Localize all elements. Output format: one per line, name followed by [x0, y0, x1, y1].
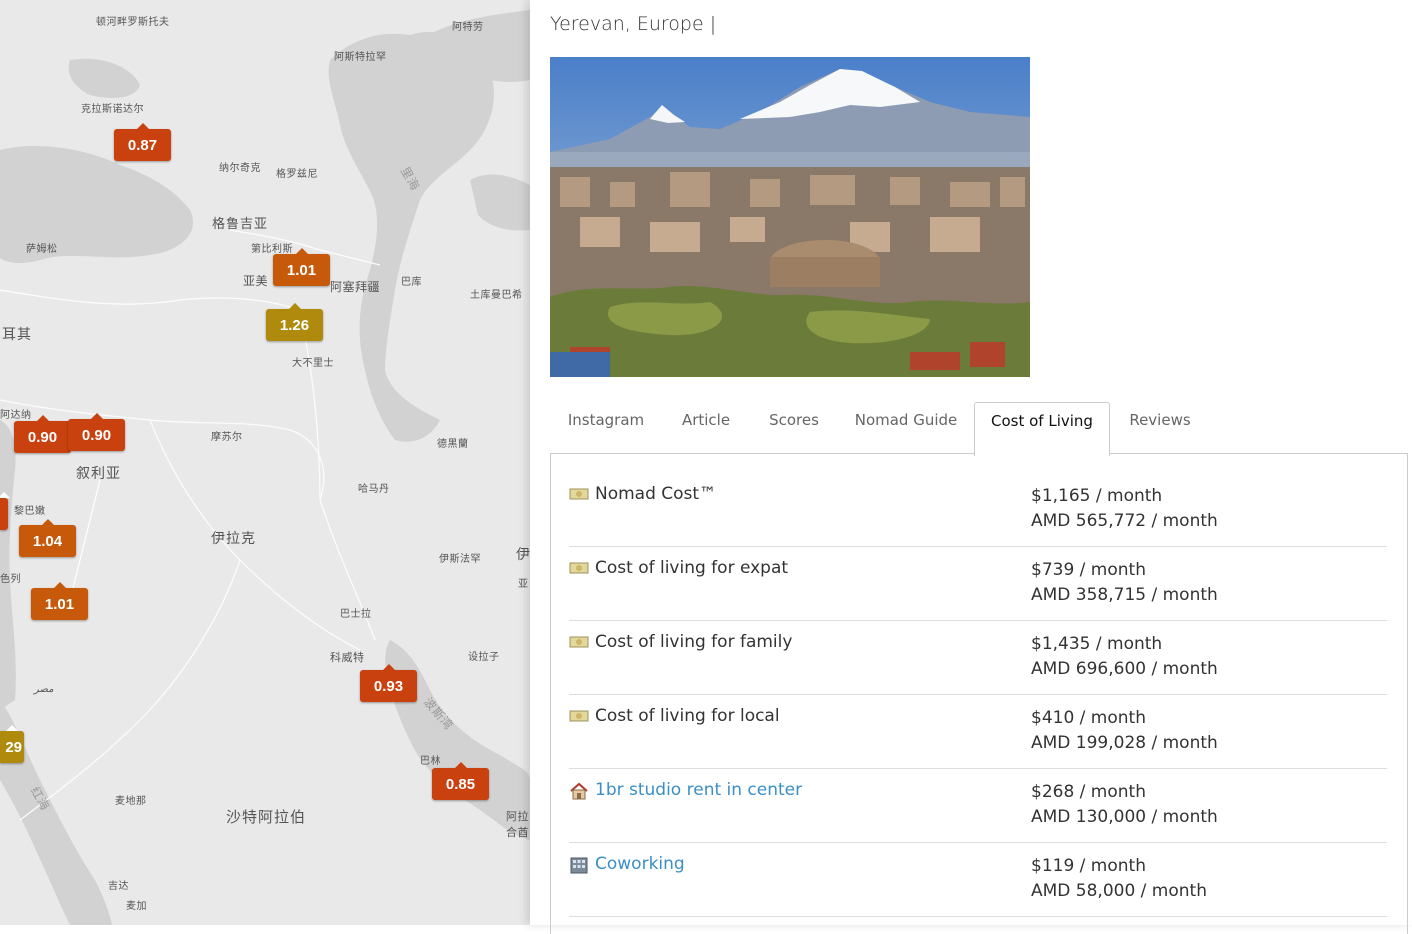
map-label: 色列 [0, 574, 21, 585]
map-label: 亚 [518, 579, 529, 590]
map-label: 哈马丹 [358, 484, 390, 495]
map-label: 设拉子 [468, 652, 500, 663]
value-usd: $739 / month [1031, 560, 1146, 580]
map-label: 吉达 [108, 881, 129, 892]
tab-bar: Instagram Article Scores Nomad Guide Cos… [550, 402, 1408, 456]
table-row: 1br studio rent in center $268 / month A… [569, 768, 1387, 843]
rent-link[interactable]: 1br studio rent in center [595, 780, 802, 800]
map-marker[interactable]: 1.01 [31, 582, 88, 620]
table-row: Nomad Cost™ $1,165 / month AMD 565,772 /… [569, 472, 1387, 547]
value-usd: $119 / month [1031, 856, 1146, 876]
tab-article[interactable]: Article [668, 402, 744, 454]
map-label: 巴士拉 [340, 609, 372, 620]
map-label: 大不里士 [292, 358, 334, 369]
map-label: 阿特劳 [452, 22, 484, 33]
value-usd: $1,165 / month [1031, 486, 1163, 506]
money-icon [569, 486, 589, 502]
map-marker[interactable]: 1.26 [266, 303, 323, 341]
tab-scores[interactable]: Scores [758, 402, 830, 454]
value-amd: AMD 199,028 / month [1031, 733, 1218, 753]
map-label: 阿拉 [506, 810, 529, 823]
map-marker[interactable]: 1.04 [19, 519, 76, 557]
map-marker[interactable]: 29 [0, 725, 24, 763]
map-label: 叙利亚 [76, 466, 121, 482]
map-label: 格鲁吉亚 [212, 217, 269, 232]
map-label: 耳其 [2, 327, 32, 343]
map-marker[interactable]: 1.01 [273, 248, 330, 286]
map-label: 科威特 [330, 651, 365, 664]
map-label: 沙特阿拉伯 [226, 808, 307, 826]
map-label: 伊拉克 [211, 531, 256, 547]
value-usd: $1,435 / month [1031, 634, 1163, 654]
value-amd: AMD 565,772 / month [1031, 511, 1218, 531]
map-label: 阿斯特拉罕 [334, 52, 387, 63]
tab-reviews[interactable]: Reviews [1120, 402, 1200, 454]
table-row: Cost of living for local $410 / month AM… [569, 694, 1387, 769]
value-amd: AMD 58,000 / month [1031, 881, 1207, 901]
money-icon [569, 708, 589, 724]
value-amd: AMD 358,715 / month [1031, 585, 1218, 605]
value-usd: $410 / month [1031, 708, 1146, 728]
map-marker-partial[interactable] [0, 492, 10, 530]
office-building-icon [569, 856, 589, 874]
row-label: Nomad Cost™ [595, 484, 717, 504]
map-label: 麦加 [126, 901, 147, 912]
value-usd: $268 / month [1031, 782, 1146, 802]
map-label: 摩苏尔 [211, 432, 243, 443]
coworking-link[interactable]: Coworking [595, 854, 685, 874]
city-photo [550, 57, 1030, 377]
map-label: مصر [34, 684, 54, 695]
map-label: 格罗兹尼 [276, 169, 318, 180]
map-label: 伊 [516, 547, 530, 563]
map-marker[interactable]: 0.93 [360, 664, 417, 702]
table-row: Cost of living for expat $739 / month AM… [569, 546, 1387, 621]
money-icon [569, 560, 589, 576]
table-row: Cost of living for family $1,435 / month… [569, 620, 1387, 695]
tab-nomad-guide[interactable]: Nomad Guide [848, 402, 964, 454]
row-label: Cost of living for family [595, 632, 793, 652]
map-label: 德黑蘭 [437, 439, 469, 450]
map-label: 纳尔奇克 [219, 163, 261, 174]
map-view[interactable]: 顿河畔罗斯托夫 阿特劳 阿斯特拉罕 克拉斯诺达尔 纳尔奇克 格罗兹尼 格鲁吉亚 … [0, 0, 530, 925]
house-icon [569, 782, 589, 800]
map-label: 亚美 [243, 274, 269, 288]
tab-instagram[interactable]: Instagram [552, 402, 660, 454]
map-label: 阿塞拜疆 [330, 280, 381, 294]
map-label: 巴库 [401, 277, 422, 288]
map-label: 合酋 [506, 826, 529, 839]
map-label: 麦地那 [115, 796, 147, 807]
value-amd: AMD 130,000 / month [1031, 807, 1218, 827]
map-label: 第比利斯 [251, 244, 293, 255]
map-label: 土库曼巴希 [470, 290, 523, 301]
row-label: Cost of living for local [595, 706, 780, 726]
map-label: 黎巴嫩 [14, 506, 46, 517]
map-label: 克拉斯诺达尔 [81, 104, 144, 115]
map-marker[interactable]: 0.90 [68, 413, 125, 451]
table-row: Coworking $119 / month AMD 58,000 / mont… [569, 842, 1387, 917]
tab-cost-of-living[interactable]: Cost of Living [974, 402, 1110, 456]
value-amd: AMD 696,600 / month [1031, 659, 1218, 679]
map-marker[interactable]: 0.87 [114, 123, 171, 161]
city-title: Yerevan, Europe | [550, 13, 717, 35]
map-label: 伊斯法罕 [439, 554, 481, 565]
map-label: 阿达纳 [0, 410, 32, 421]
map-label: 顿河畔罗斯托夫 [96, 17, 170, 28]
city-panel: Yerevan, Europe | Instagram Article Scor… [530, 0, 1412, 934]
map-label: 萨姆松 [26, 244, 58, 255]
map-marker[interactable]: 0.90 [14, 415, 71, 453]
cost-of-living-table: Nomad Cost™ $1,165 / month AMD 565,772 /… [550, 453, 1408, 934]
row-label: Cost of living for expat [595, 558, 789, 578]
money-icon [569, 634, 589, 650]
map-marker[interactable]: 0.85 [432, 762, 489, 800]
map-label: 巴林 [420, 756, 441, 767]
